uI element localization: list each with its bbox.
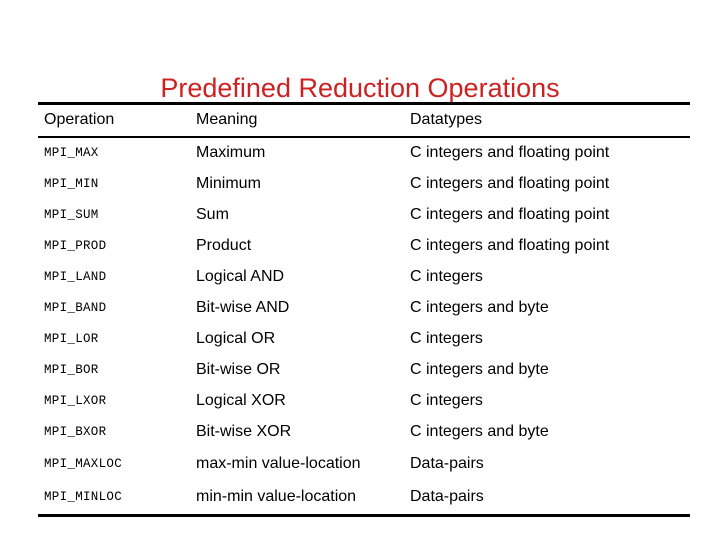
table-bottom-rule [38, 514, 690, 517]
table-row: MPI_BAND Bit-wise AND C integers and byt… [38, 293, 690, 324]
table-row: MPI_BOR Bit-wise OR C integers and byte [38, 355, 690, 386]
column-header-meaning: Meaning [196, 111, 258, 128]
cell-datatypes: C integers and byte [410, 361, 549, 378]
cell-operation: MPI_MIN [44, 177, 99, 191]
cell-operation: MPI_MAXLOC [44, 457, 123, 471]
cell-operation: MPI_BAND [44, 301, 107, 315]
table-row: MPI_BXOR Bit-wise XOR C integers and byt… [38, 417, 690, 448]
cell-datatypes: Data-pairs [410, 455, 484, 472]
operations-table-body: MPI_MAX Maximum C integers and floating … [38, 138, 690, 514]
table-row: MPI_MAX Maximum C integers and floating … [38, 138, 690, 169]
cell-meaning: Bit-wise XOR [196, 423, 292, 440]
table-row: MPI_MINLOC min-min value-location Data-p… [38, 481, 690, 514]
cell-operation: MPI_LOR [44, 332, 99, 346]
cell-operation: MPI_PROD [44, 239, 107, 253]
table-row: MPI_MAXLOC max-min value-location Data-p… [38, 448, 690, 481]
cell-datatypes: Data-pairs [410, 488, 484, 505]
cell-meaning: Logical XOR [196, 392, 286, 409]
cell-meaning: Logical AND [196, 268, 285, 285]
cell-datatypes: C integers and floating point [410, 237, 610, 254]
table-row: MPI_LAND Logical AND C integers [38, 262, 690, 293]
cell-meaning: min-min value-location [196, 488, 357, 505]
cell-datatypes: C integers and byte [410, 299, 549, 316]
operations-table: Operation Meaning Datatypes [38, 105, 690, 136]
cell-operation: MPI_MAX [44, 146, 99, 160]
cell-meaning: Sum [196, 206, 229, 223]
cell-meaning: max-min value-location [196, 455, 361, 472]
cell-meaning: Maximum [196, 144, 266, 161]
cell-operation: MPI_BOR [44, 363, 99, 377]
cell-datatypes: C integers and floating point [410, 206, 610, 223]
table-row: MPI_PROD Product C integers and floating… [38, 231, 690, 262]
table-body: MPI_MAX Maximum C integers and floating … [38, 138, 690, 514]
table-row: MPI_LOR Logical OR C integers [38, 324, 690, 355]
page-title: Predefined Reduction Operations [160, 73, 560, 104]
cell-operation: MPI_LAND [44, 270, 107, 284]
table-row: MPI_MIN Minimum C integers and floating … [38, 169, 690, 200]
cell-datatypes: C integers and floating point [410, 144, 610, 161]
cell-datatypes: C integers and floating point [410, 175, 610, 192]
column-header-operation: Operation [44, 111, 115, 128]
cell-meaning: Logical OR [196, 330, 276, 347]
table-row: MPI_LXOR Logical XOR C integers [38, 386, 690, 417]
cell-operation: MPI_LXOR [44, 394, 107, 408]
reduction-operations-table: Operation Meaning Datatypes MPI_MAX Maxi… [38, 102, 690, 517]
cell-operation: MPI_SUM [44, 208, 99, 222]
cell-meaning: Product [196, 237, 252, 254]
cell-operation: MPI_MINLOC [44, 490, 123, 504]
table-row: MPI_SUM Sum C integers and floating poin… [38, 200, 690, 231]
cell-meaning: Bit-wise AND [196, 299, 290, 316]
cell-datatypes: C integers [410, 330, 483, 347]
table-header-row: Operation Meaning Datatypes [38, 105, 690, 136]
cell-operation: MPI_BXOR [44, 425, 107, 439]
column-header-datatypes: Datatypes [410, 111, 483, 128]
slide: Predefined Reduction Operations Operatio… [0, 0, 720, 540]
cell-datatypes: C integers [410, 268, 483, 285]
cell-datatypes: C integers and byte [410, 423, 549, 440]
cell-meaning: Minimum [196, 175, 261, 192]
cell-datatypes: C integers [410, 392, 483, 409]
cell-meaning: Bit-wise OR [196, 361, 281, 378]
